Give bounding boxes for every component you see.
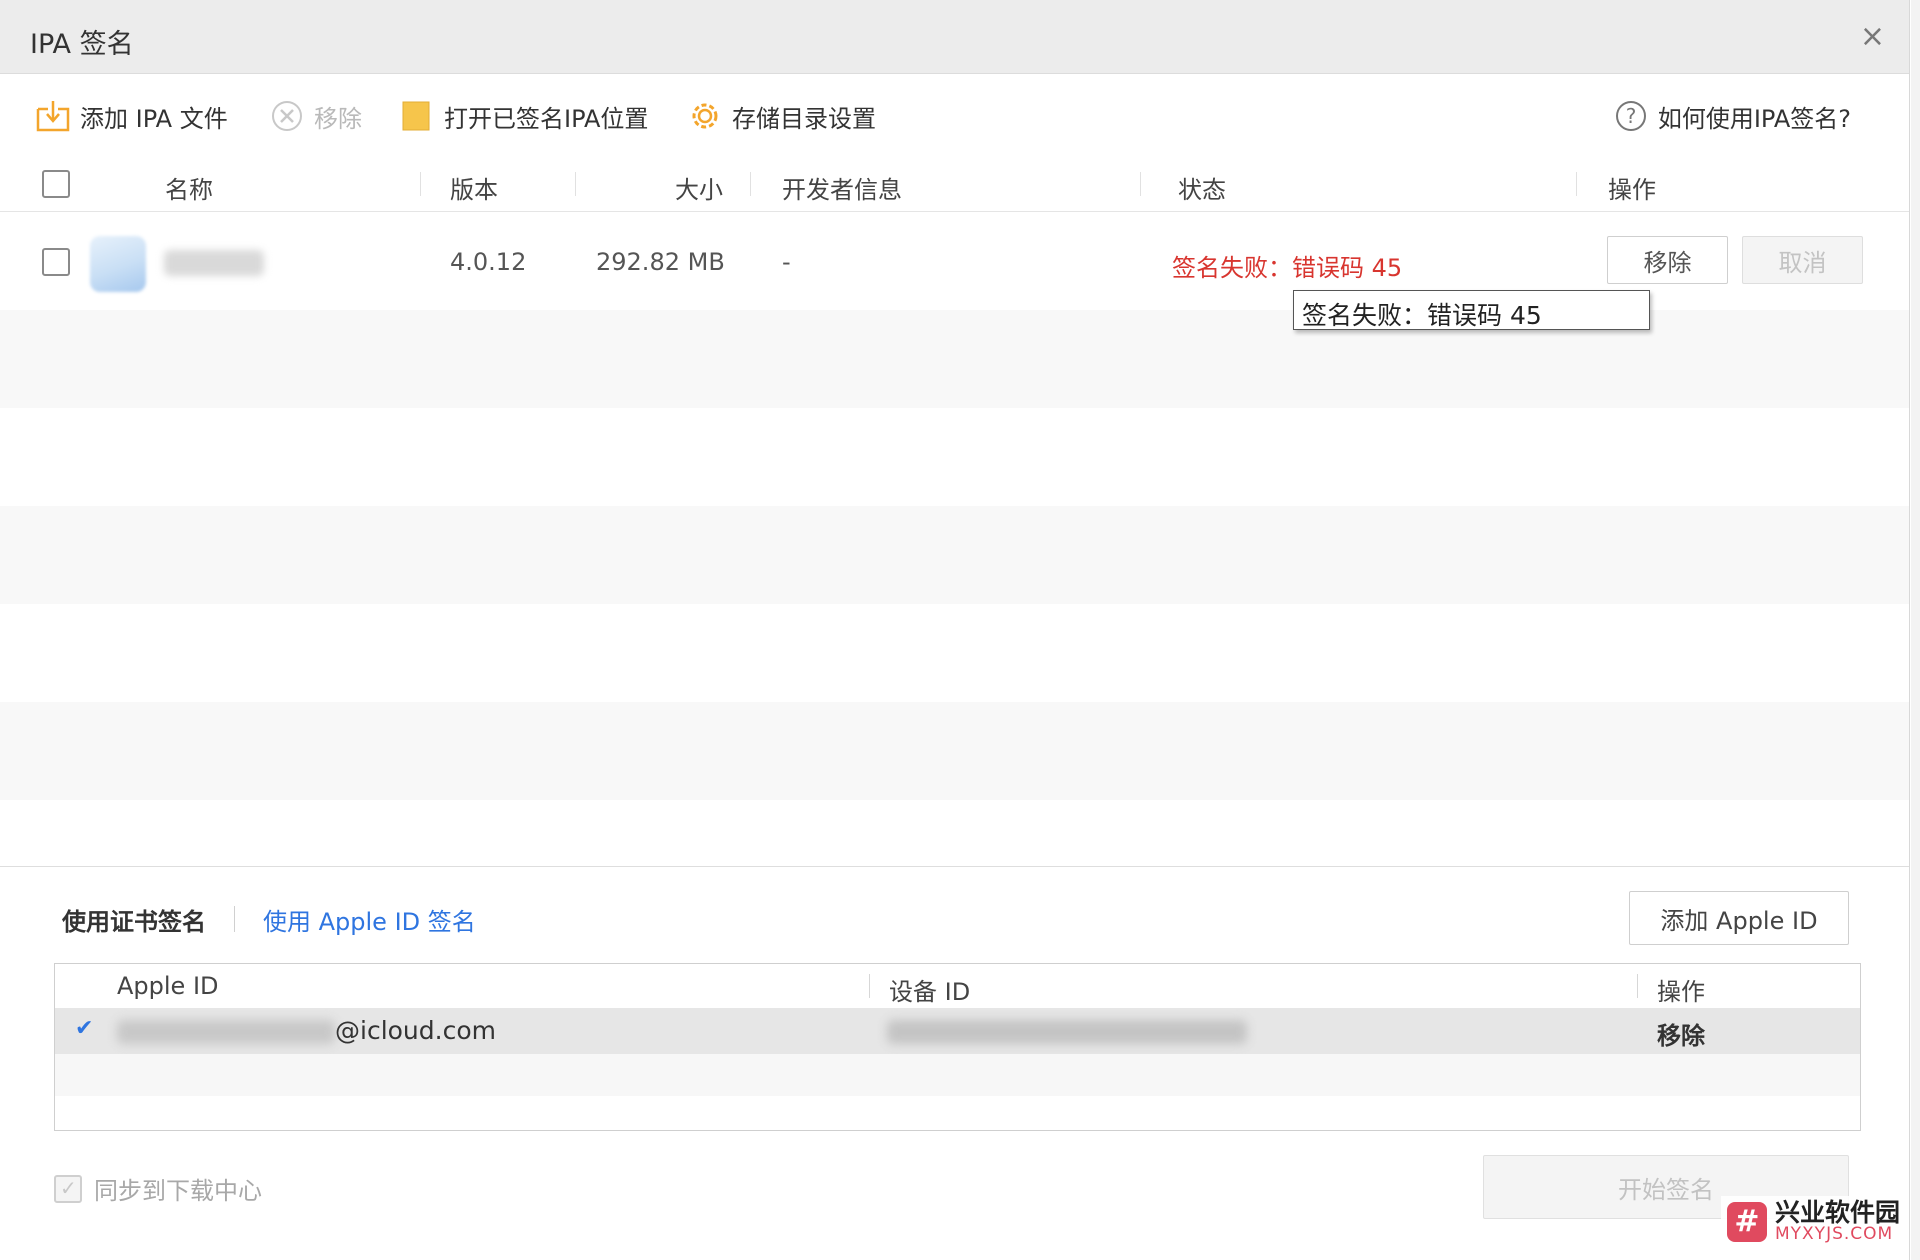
app-name-redacted <box>164 250 264 276</box>
table-header: 名称 版本 大小 开发者信息 状态 操作 <box>0 156 1909 212</box>
column-device-id: 设备 ID <box>889 978 971 1006</box>
svg-text:?: ? <box>1626 104 1637 128</box>
row-version: 4.0.12 <box>450 248 527 276</box>
select-all-checkbox[interactable] <box>42 170 70 198</box>
column-status: 状态 <box>1178 176 1226 204</box>
background-window-edge <box>1911 0 1920 1260</box>
apple-id-remove-link[interactable]: 移除 <box>1657 1016 1705 1051</box>
open-signed-location-button[interactable]: 打开已签名IPA位置 <box>400 98 648 134</box>
tab-certificate-sign[interactable]: 使用证书签名 <box>62 902 206 937</box>
question-icon: ? <box>1614 99 1648 133</box>
title-bar: IPA 签名 × <box>0 0 1909 74</box>
watermark-name: 兴业软件园 <box>1774 1197 1900 1227</box>
watermark-domain: MYXYJS.COM <box>1774 1224 1894 1245</box>
sync-label: 同步到下载中心 <box>94 1177 262 1205</box>
status-tooltip: 签名失败：错误码 45 <box>1293 290 1650 330</box>
row-remove-button[interactable]: 移除 <box>1607 236 1728 284</box>
empty-row <box>0 408 1909 506</box>
column-id-action: 操作 <box>1657 978 1705 1006</box>
sync-checkbox[interactable] <box>54 1174 82 1203</box>
remove-toolbar-button[interactable]: 移除 <box>270 98 362 134</box>
site-watermark: # 兴业软件园 MYXYJS.COM <box>1720 1195 1906 1248</box>
sign-method-tabs: 使用证书签名 使用 Apple ID 签名 <box>62 899 476 939</box>
column-divider <box>1140 172 1141 196</box>
folder-import-icon <box>36 99 70 133</box>
folder-icon <box>400 99 434 133</box>
app-icon <box>90 236 146 292</box>
add-apple-id-button[interactable]: 添加 Apple ID <box>1629 891 1849 945</box>
help-label: 如何使用IPA签名? <box>1657 104 1851 133</box>
selected-check-icon: ✔ <box>75 1016 94 1041</box>
open-location-label: 打开已签名IPA位置 <box>444 104 649 133</box>
close-icon[interactable]: × <box>1860 22 1885 52</box>
storage-settings-button[interactable]: 存储目录设置 <box>688 98 876 134</box>
column-divider <box>869 974 870 998</box>
row-size: 292.82 MB <box>596 248 725 276</box>
empty-row <box>0 604 1909 702</box>
remove-circle-icon <box>270 99 304 133</box>
storage-settings-label: 存储目录设置 <box>732 104 876 133</box>
tab-apple-id-sign[interactable]: 使用 Apple ID 签名 <box>263 902 476 937</box>
remove-toolbar-label: 移除 <box>314 104 362 133</box>
column-apple-id: Apple ID <box>117 972 219 1000</box>
ipa-sign-dialog: IPA 签名 × 添加 IPA 文件 移除 打开已签名IPA位置 存储目录设置 … <box>0 0 1910 1260</box>
column-divider <box>750 172 751 196</box>
apple-id-row[interactable]: ✔ @icloud.com 移除 <box>55 1008 1860 1054</box>
toolbar: 添加 IPA 文件 移除 打开已签名IPA位置 存储目录设置 ? 如何使用IPA… <box>0 74 1909 156</box>
sync-option[interactable]: 同步到下载中心 <box>54 1171 262 1206</box>
column-action: 操作 <box>1608 176 1656 204</box>
column-size: 大小 <box>675 176 723 204</box>
empty-row <box>55 1054 1860 1096</box>
gear-icon <box>688 99 722 133</box>
apple-id-domain: @icloud.com <box>335 1016 496 1045</box>
empty-row <box>0 702 1909 800</box>
column-name: 名称 <box>165 176 213 204</box>
row-status: 签名失败：错误码 45 <box>1172 254 1403 282</box>
watermark-logo-icon: # <box>1726 1201 1767 1242</box>
empty-row <box>0 506 1909 604</box>
help-link[interactable]: ? 如何使用IPA签名? <box>1614 98 1851 134</box>
column-divider <box>1576 172 1577 196</box>
add-ipa-label: 添加 IPA 文件 <box>80 104 228 133</box>
row-cancel-button[interactable]: 取消 <box>1742 236 1863 284</box>
column-version: 版本 <box>450 176 498 204</box>
add-ipa-button[interactable]: 添加 IPA 文件 <box>36 98 228 134</box>
apple-id-table: Apple ID 设备 ID 操作 ✔ @icloud.com 移除 <box>54 963 1861 1131</box>
column-divider <box>1637 974 1638 998</box>
device-id-redacted <box>887 1020 1247 1044</box>
watermark-text: 兴业软件园 MYXYJS.COM <box>1774 1197 1900 1245</box>
signing-panel: 使用证书签名 使用 Apple ID 签名 添加 Apple ID Apple … <box>0 866 1909 1260</box>
tab-divider <box>234 906 235 932</box>
column-divider <box>420 172 421 196</box>
apple-id-redacted <box>117 1020 335 1044</box>
column-divider <box>575 172 576 196</box>
column-developer: 开发者信息 <box>782 176 902 204</box>
row-checkbox[interactable] <box>42 248 70 276</box>
row-developer: - <box>782 248 791 276</box>
apple-id-table-header: Apple ID 设备 ID 操作 <box>55 964 1860 1008</box>
dialog-title: IPA 签名 <box>30 29 134 60</box>
